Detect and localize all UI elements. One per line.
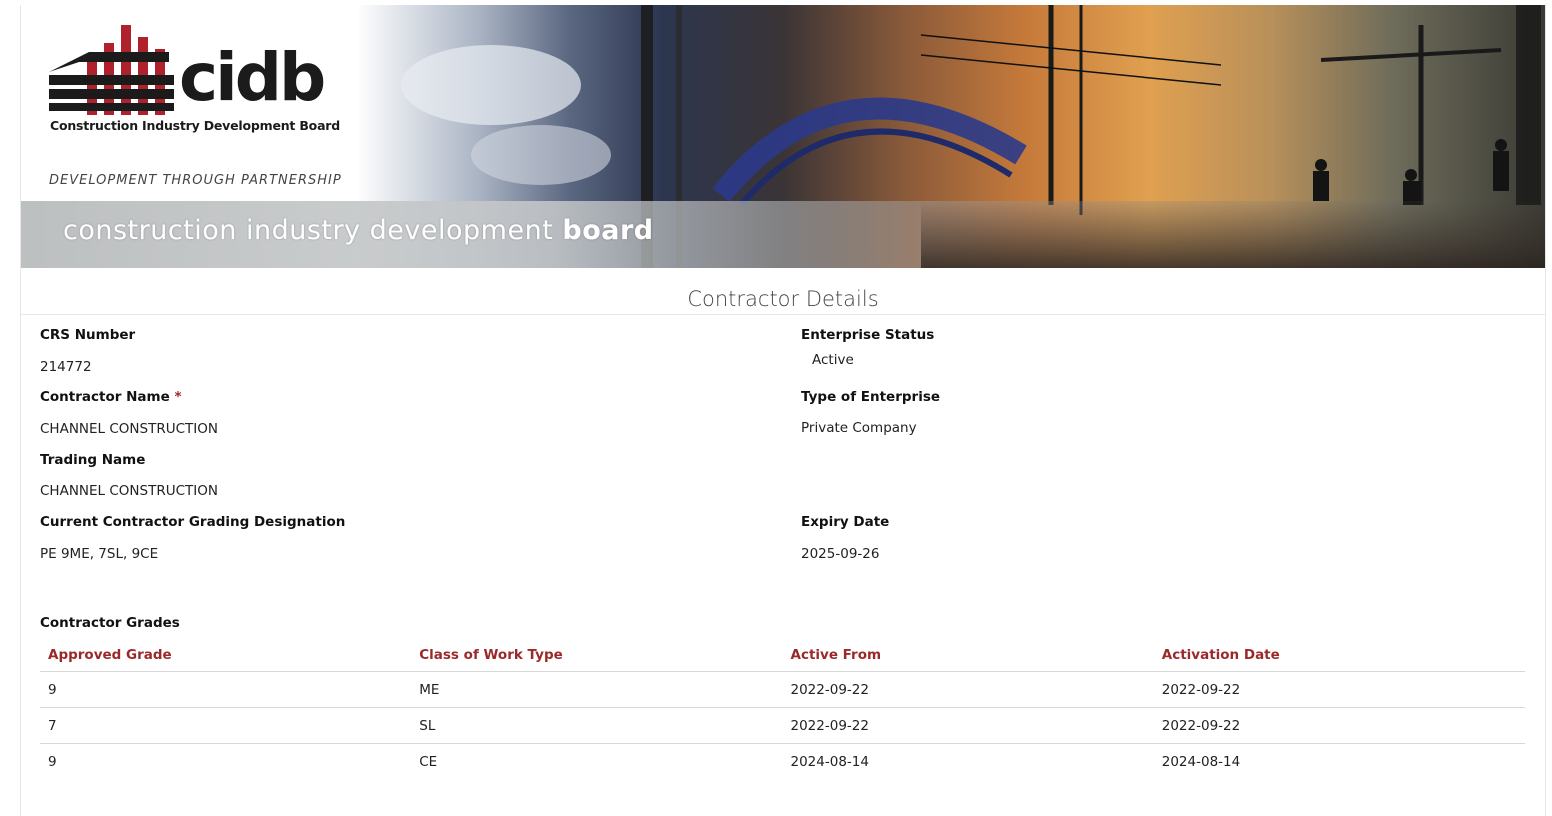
table-row: 9 CE 2024-08-14 2024-08-14: [40, 744, 1525, 780]
class-of-work-cell: SL: [411, 707, 783, 744]
contractor-name-value: CHANNEL CONSTRUCTION: [40, 421, 218, 437]
grading-designation-label: Current Contractor Grading Designation: [40, 514, 346, 530]
column-header-class-of-work-type: Class of Work Type: [411, 637, 783, 672]
expiry-date-value: 2025-09-26: [801, 546, 880, 562]
contractor-name-label: Contractor Name *: [40, 389, 182, 405]
section-divider: [21, 314, 1545, 315]
active-from-cell: 2024-08-14: [790, 754, 869, 770]
band-text-light: construction industry development: [63, 215, 554, 246]
enterprise-status-value: Active: [812, 352, 854, 368]
approved-grade-cell: 9: [40, 671, 412, 708]
logo-subtitle: Construction Industry Development Board: [50, 118, 341, 133]
trading-name-value: CHANNEL CONSTRUCTION: [40, 483, 218, 499]
active-from-cell: 2022-09-22: [782, 671, 1154, 708]
table-row: 7 SL 2022-09-22 2022-09-22: [40, 707, 1525, 744]
band-text-bold: board: [562, 215, 654, 246]
class-of-work-cell: CE: [419, 754, 438, 770]
activation-date-cell: 2024-08-14: [1161, 754, 1241, 770]
header-banner: cidb Construction Industry Development B…: [21, 5, 1545, 268]
banner-band-text: construction industry development board: [63, 215, 654, 246]
table-header-row: Approved Grade Class of Work Type Active…: [40, 637, 1525, 672]
contractor-grades-title: Contractor Grades: [40, 615, 180, 631]
type-of-enterprise-value: Private Company: [801, 420, 917, 436]
page-container: cidb Construction Industry Development B…: [20, 5, 1546, 816]
column-header-active-from: Active From: [782, 637, 1154, 672]
type-of-enterprise-label: Type of Enterprise: [801, 389, 941, 405]
trading-name-label: Trading Name: [40, 452, 146, 468]
approved-grade-cell: 7: [40, 707, 412, 744]
grading-designation-value: PE 9ME, 7SL, 9CE: [40, 546, 159, 562]
column-header-activation-date: Activation Date: [1153, 637, 1525, 672]
expiry-date-label: Expiry Date: [801, 514, 890, 530]
column-header-approved-grade: Approved Grade: [40, 637, 412, 672]
active-from-cell: 2022-09-22: [782, 707, 1154, 744]
page-title: Contractor Details: [687, 287, 879, 311]
activation-date-cell: 2022-09-22: [1153, 707, 1525, 744]
enterprise-status-label: Enterprise Status: [801, 327, 935, 343]
banner-tagline: DEVELOPMENT THROUGH PARTNERSHIP: [49, 173, 342, 188]
required-marker: *: [174, 389, 182, 405]
activation-date-cell: 2022-09-22: [1153, 671, 1525, 708]
crs-number-label: CRS Number: [40, 327, 136, 343]
logo-wordmark: cidb: [179, 39, 326, 116]
contractor-grades-table: Approved Grade Class of Work Type Active…: [40, 637, 1525, 779]
contractor-name-label-text: Contractor Name: [40, 389, 170, 405]
crs-number-value: 214772: [40, 359, 92, 375]
table-row: 9 ME 2022-09-22 2022-09-22: [40, 671, 1525, 708]
approved-grade-cell: 9: [48, 754, 57, 770]
class-of-work-cell: ME: [411, 671, 783, 708]
